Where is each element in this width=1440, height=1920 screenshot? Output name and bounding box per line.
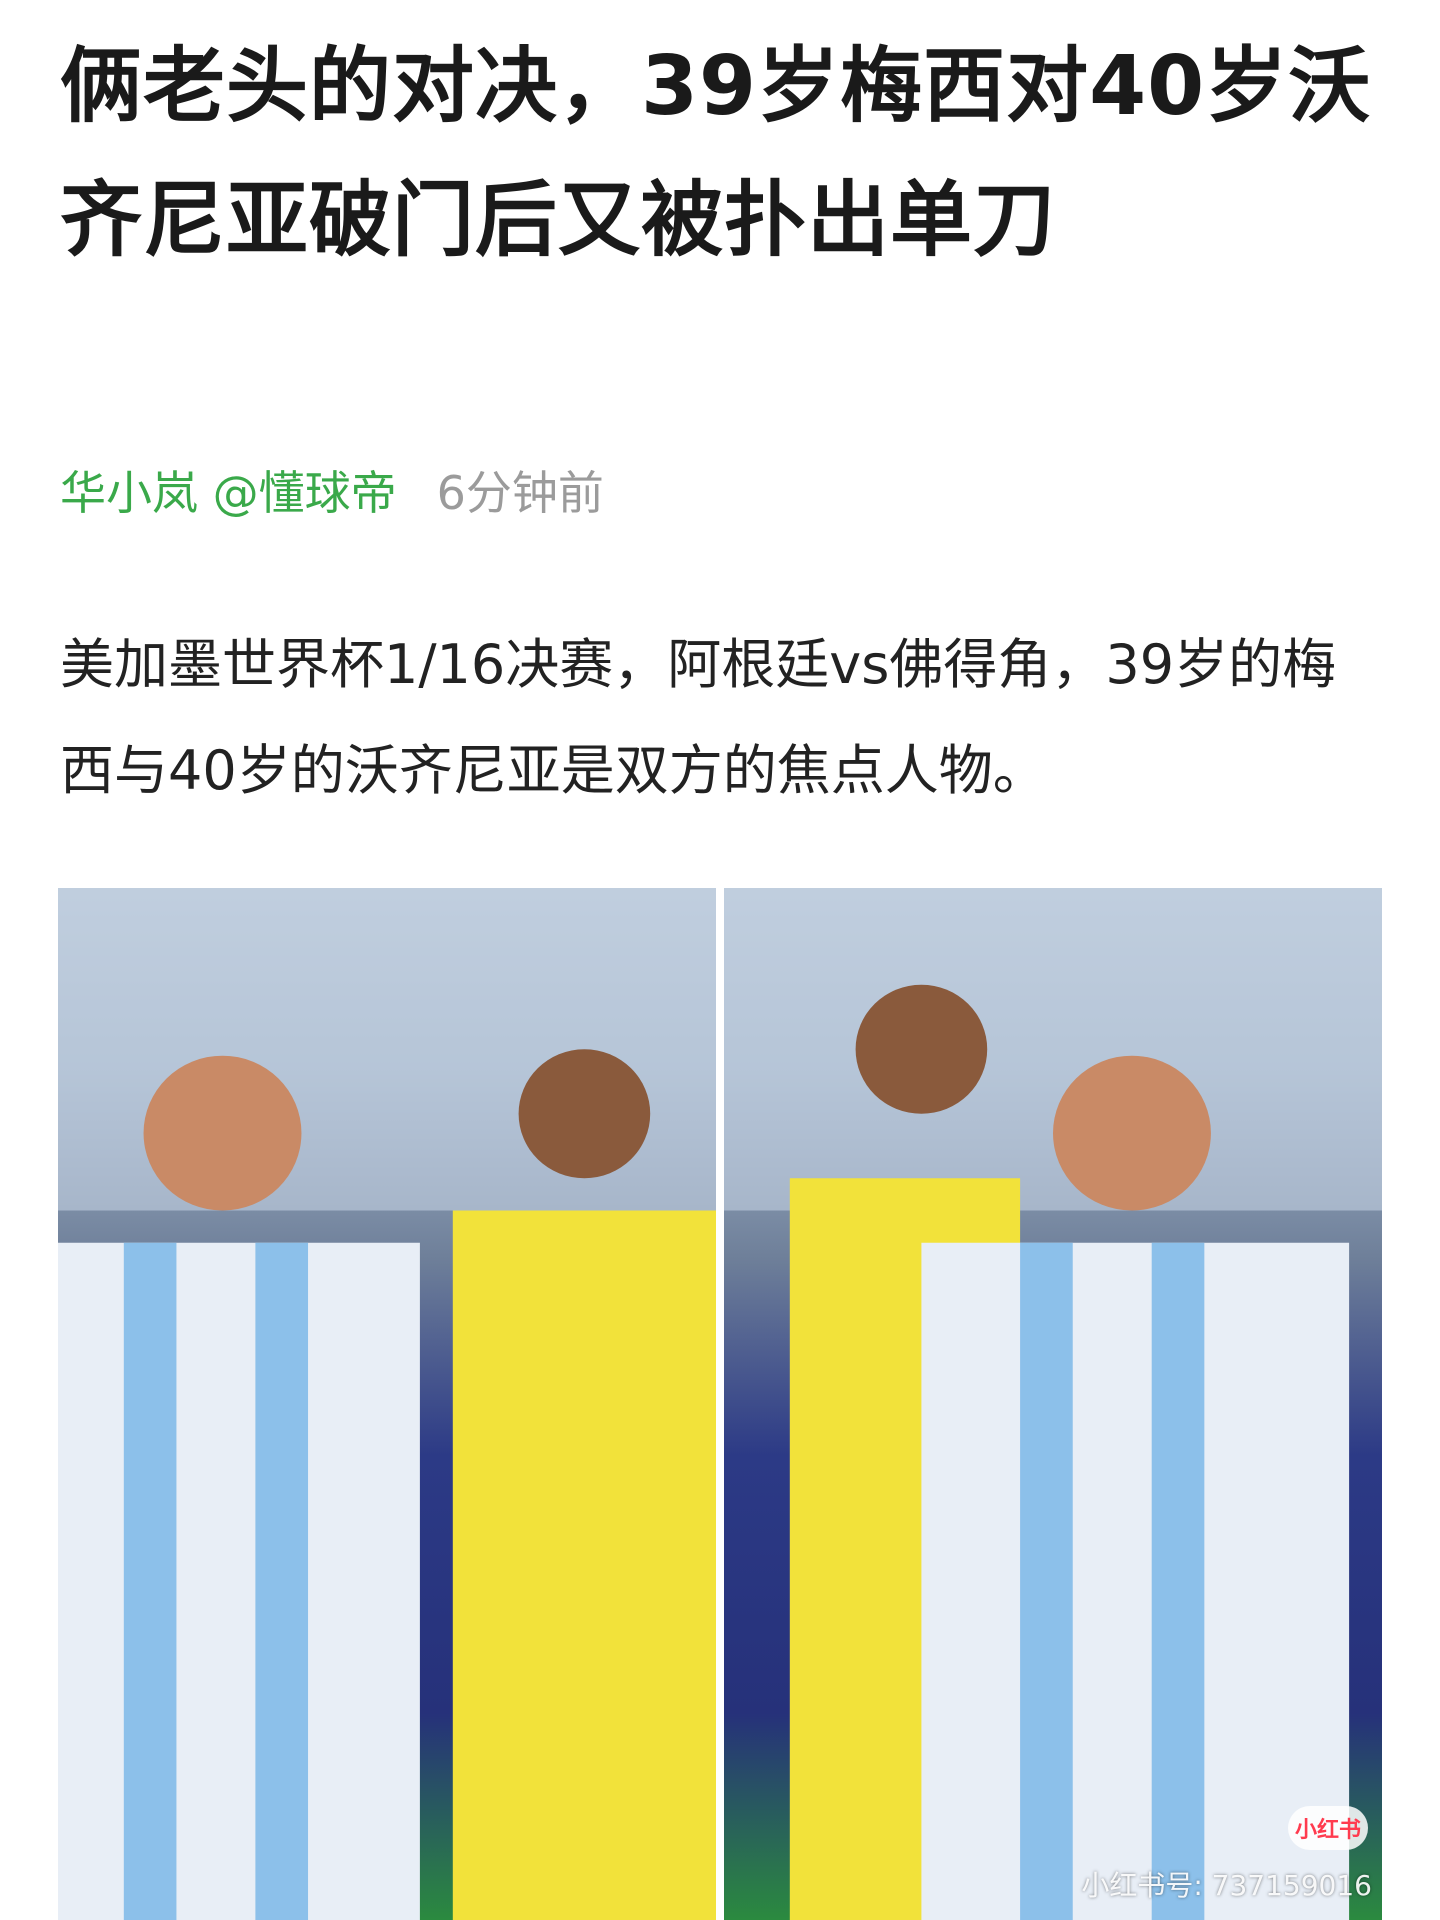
article-photo[interactable]: 小红书 小红书号: 737159016: [58, 888, 1382, 1920]
article-body: 美加墨世界杯1/16决赛，阿根廷vs佛得角，39岁的梅西与40岁的沃齐尼亚是双方…: [60, 633, 1337, 802]
publish-time: 6分钟前: [436, 466, 604, 520]
photo-right-illustration: [724, 888, 1382, 1920]
author-link[interactable]: 华小岚 @懂球帝: [60, 457, 397, 523]
watermark-id: 小红书号: 737159016: [1081, 1869, 1372, 1902]
article-title: 俩老头的对决，39岁梅西对40岁沃齐尼亚破门后又被扑出单刀: [60, 39, 1372, 268]
watermark-logo: 小红书: [1288, 1806, 1368, 1850]
article-meta: 华小岚 @懂球帝 6分钟前: [60, 460, 604, 520]
photo-left-illustration: [58, 888, 716, 1920]
photo-right: 小红书 小红书号: 737159016: [724, 888, 1382, 1920]
photo-left: [58, 888, 716, 1920]
